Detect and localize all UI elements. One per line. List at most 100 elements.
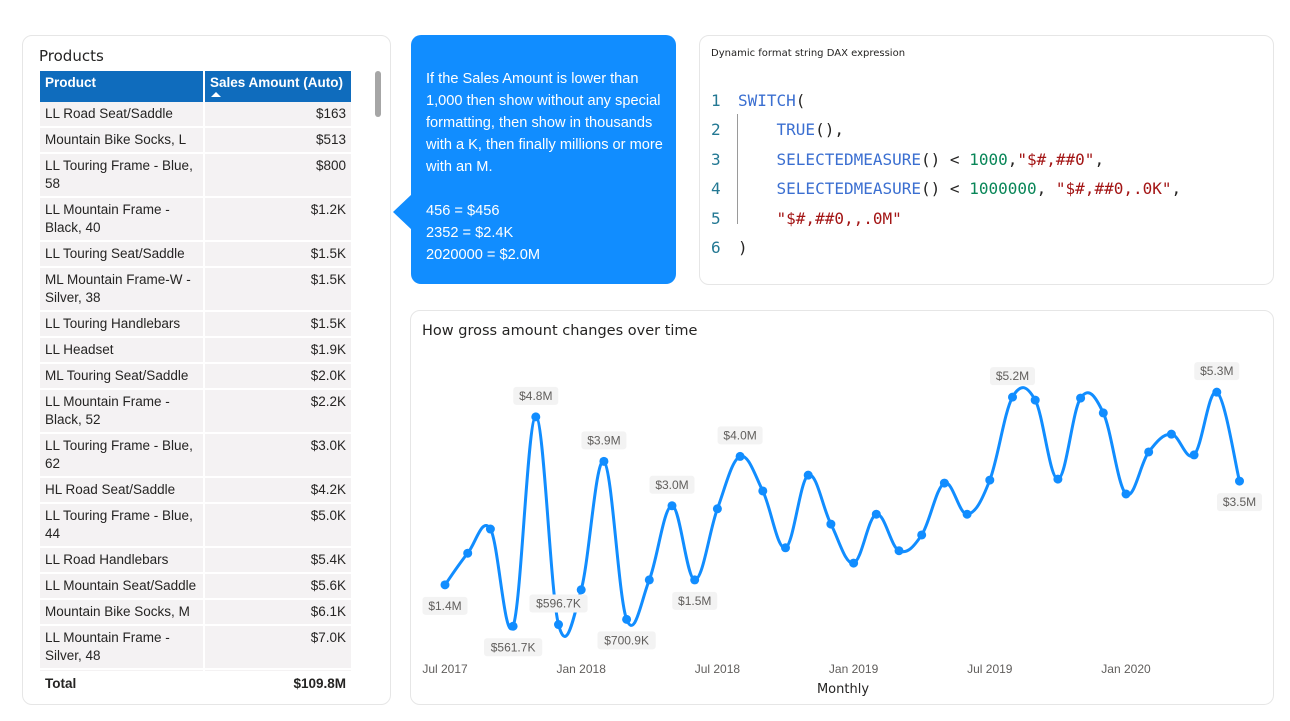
data-point[interactable] bbox=[644, 575, 654, 585]
data-point[interactable] bbox=[758, 486, 768, 496]
product-name-cell: ML Touring Seat/Saddle bbox=[40, 364, 205, 390]
data-point[interactable] bbox=[871, 509, 881, 519]
code-token: SELECTEDMEASURE bbox=[776, 179, 922, 199]
table-row[interactable]: Mountain Bike Socks, L $513 bbox=[40, 128, 351, 154]
code-line: 3 SELECTEDMEASURE() < 1000, "$#,##0", bbox=[711, 145, 1181, 174]
scrollbar-thumb[interactable] bbox=[375, 71, 381, 117]
data-point[interactable] bbox=[917, 530, 927, 540]
table-row[interactable]: LL Touring Frame - Blue, 62 $3.0K bbox=[40, 434, 351, 478]
products-title: Products bbox=[39, 47, 104, 65]
scrollbar-track[interactable] bbox=[372, 71, 382, 671]
data-label-text: $561.7K bbox=[491, 640, 536, 654]
table-row[interactable]: ML Mountain Frame-W - Silver, 38 $1.5K bbox=[40, 268, 351, 312]
dax-title: Dynamic format string DAX expression bbox=[711, 48, 906, 59]
data-point[interactable] bbox=[939, 478, 949, 488]
table-row[interactable]: Mountain Bike Socks, M $6.1K bbox=[40, 600, 351, 626]
code-token: () < bbox=[921, 179, 970, 199]
product-name-cell: Mountain Bike Socks, M bbox=[40, 600, 205, 626]
data-point[interactable] bbox=[599, 456, 609, 466]
data-point[interactable] bbox=[1166, 429, 1176, 439]
data-point[interactable] bbox=[1121, 489, 1131, 499]
data-point[interactable] bbox=[849, 558, 859, 568]
product-name-cell: Touring Pedal bbox=[40, 670, 205, 671]
data-label: $3.9M bbox=[581, 431, 627, 450]
data-point[interactable] bbox=[576, 585, 586, 595]
data-label: $596.7K bbox=[529, 594, 588, 613]
products-table-visual: Products Product Sales Amount (Auto) LL … bbox=[22, 35, 391, 705]
sort-ascending-icon[interactable] bbox=[211, 92, 221, 97]
column-header-label: Sales Amount (Auto) bbox=[210, 75, 343, 90]
data-point[interactable] bbox=[1008, 392, 1017, 402]
data-point[interactable] bbox=[554, 620, 563, 630]
data-point[interactable] bbox=[894, 546, 904, 556]
code-token: "$#,##0" bbox=[1017, 149, 1095, 169]
table-row[interactable]: LL Touring Handlebars $1.5K bbox=[40, 312, 351, 338]
table-row[interactable]: LL Mountain Seat/Saddle $5.6K bbox=[40, 574, 351, 600]
data-point[interactable] bbox=[622, 614, 632, 624]
callout-example: 456 = $456 bbox=[426, 203, 500, 219]
data-point[interactable] bbox=[508, 621, 518, 631]
line-number: 5 bbox=[711, 208, 721, 228]
code-line: 4 SELECTEDMEASURE() < 1000000, "$#,##0,.… bbox=[711, 174, 1181, 203]
table-row[interactable]: LL Touring Seat/Saddle $1.5K bbox=[40, 242, 351, 268]
data-label: $561.7K bbox=[484, 638, 543, 657]
sales-amount-cell: $5.0K bbox=[205, 504, 351, 548]
data-point[interactable] bbox=[735, 451, 745, 461]
table-row[interactable]: LL Mountain Frame - Silver, 48 $7.0K bbox=[40, 626, 351, 670]
table-row[interactable]: LL Touring Frame - Blue, 58 $800 bbox=[40, 154, 351, 198]
data-point[interactable] bbox=[1144, 447, 1154, 457]
data-point[interactable] bbox=[803, 470, 813, 480]
products-table-scroll-area[interactable]: Product Sales Amount (Auto) LL Road Seat… bbox=[40, 71, 351, 671]
data-label: $1.4M bbox=[422, 596, 468, 615]
products-table: Product Sales Amount (Auto) LL Road Seat… bbox=[40, 71, 351, 671]
data-point[interactable] bbox=[485, 524, 495, 534]
data-point[interactable] bbox=[440, 580, 450, 590]
data-label-text: $4.8M bbox=[519, 389, 552, 403]
table-row[interactable]: Touring Pedal$7.1K bbox=[40, 670, 351, 671]
product-name-cell: LL Touring Seat/Saddle bbox=[40, 242, 205, 268]
column-header-product[interactable]: Product bbox=[40, 71, 205, 102]
data-point[interactable] bbox=[531, 412, 541, 422]
data-point[interactable] bbox=[1235, 476, 1244, 486]
table-row[interactable]: LL Road Handlebars $5.4K bbox=[40, 548, 351, 574]
x-tick-label: Jul 2017 bbox=[422, 662, 468, 676]
data-point[interactable] bbox=[1212, 387, 1222, 397]
product-name-cell: LL Mountain Frame - Black, 52 bbox=[40, 390, 205, 434]
data-point[interactable] bbox=[1030, 395, 1040, 405]
table-row[interactable]: LL Touring Frame - Blue, 44 $5.0K bbox=[40, 504, 351, 548]
line-chart: $1.4M $561.7K $4.8M $596.7K $3.9M $700.9K $3.0… bbox=[422, 362, 1262, 697]
data-label-text: $1.5M bbox=[678, 594, 711, 608]
code-token: , bbox=[1007, 149, 1018, 169]
callout-text: If the Sales Amount is lower than 1,000 … bbox=[426, 71, 663, 175]
data-point[interactable] bbox=[985, 475, 995, 485]
data-point[interactable] bbox=[826, 519, 836, 529]
data-point[interactable] bbox=[1189, 450, 1199, 460]
data-point[interactable] bbox=[1053, 474, 1063, 484]
data-point[interactable] bbox=[712, 504, 722, 514]
table-row[interactable]: LL Mountain Frame - Black, 52 $2.2K bbox=[40, 390, 351, 434]
data-point[interactable] bbox=[690, 575, 700, 585]
data-point[interactable] bbox=[463, 548, 473, 558]
data-label-text: $1.4M bbox=[428, 599, 461, 613]
data-point[interactable] bbox=[781, 543, 790, 553]
table-row[interactable]: LL Road Seat/Saddle $163 bbox=[40, 102, 351, 128]
table-row[interactable]: HL Road Seat/Saddle $4.2K bbox=[40, 478, 351, 504]
sales-amount-cell: $6.1K bbox=[205, 600, 351, 626]
table-row[interactable]: LL Headset $1.9K bbox=[40, 338, 351, 364]
product-name-cell: LL Touring Handlebars bbox=[40, 312, 205, 338]
data-point[interactable] bbox=[1076, 393, 1086, 403]
code-token: SWITCH bbox=[738, 91, 796, 110]
column-header-sales-amount[interactable]: Sales Amount (Auto) bbox=[205, 71, 351, 102]
line-number: 1 bbox=[711, 91, 721, 110]
table-row[interactable]: ML Touring Seat/Saddle $2.0K bbox=[40, 364, 351, 390]
sales-amount-cell: $1.5K bbox=[205, 242, 351, 268]
data-point[interactable] bbox=[962, 509, 972, 519]
code-token: , bbox=[1171, 179, 1182, 199]
data-label-text: $3.0M bbox=[655, 478, 688, 492]
dax-expression-card: Dynamic format string DAX expression 1 SW… bbox=[699, 35, 1274, 285]
data-point[interactable] bbox=[1098, 408, 1108, 418]
data-point[interactable] bbox=[667, 501, 677, 511]
table-row[interactable]: LL Mountain Frame - Black, 40 $1.2K bbox=[40, 198, 351, 242]
x-tick-label: Jul 2019 bbox=[967, 662, 1013, 676]
